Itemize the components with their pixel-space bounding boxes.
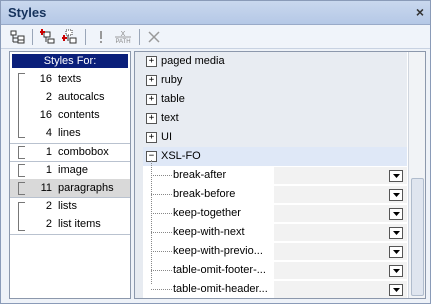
group-label: ruby [161, 74, 183, 86]
item-count: 1 [45, 146, 52, 158]
vertical-scrollbar[interactable] [408, 52, 425, 298]
group-row-table[interactable]: + table [143, 90, 407, 110]
toolbar: X PATH [1, 25, 430, 49]
scrollbar-thumb[interactable] [411, 178, 424, 296]
group-row-text[interactable]: + text [143, 109, 407, 129]
item-label: image [58, 164, 88, 176]
group-label: UI [161, 131, 172, 143]
expand-icon[interactable]: + [146, 132, 157, 143]
expand-icon[interactable]: + [146, 113, 157, 124]
property-row: break-before [143, 185, 407, 204]
exclamation-icon[interactable] [92, 28, 110, 45]
item-label: autocalcs [58, 91, 105, 103]
dropdown-arrow-icon[interactable] [389, 227, 403, 239]
delete-x-icon[interactable] [145, 28, 163, 45]
item-count: 2 [45, 218, 52, 230]
dropdown-arrow-icon[interactable] [389, 246, 403, 258]
item-count: 11 [40, 182, 52, 194]
property-label: table-omit-header... [173, 283, 268, 295]
expand-icon[interactable]: + [146, 94, 157, 105]
property-label: keep-together [173, 207, 241, 219]
list-item[interactable]: 2 lists [10, 197, 130, 215]
item-count: 4 [45, 127, 52, 139]
svg-text:PATH: PATH [115, 39, 130, 45]
toolbar-separator [32, 29, 33, 45]
property-value-dropdown[interactable] [274, 281, 407, 298]
styles-window: Styles × X PATH Styles For: 16 texts 2 auto… [0, 0, 431, 304]
item-label: paragraphs [58, 182, 114, 194]
tree-icon[interactable] [9, 28, 27, 45]
property-row: break-after [143, 166, 407, 185]
item-label: list items [58, 218, 101, 230]
property-row: table-omit-footer-... [143, 261, 407, 280]
close-icon[interactable]: × [416, 4, 424, 20]
add-style-icon[interactable] [39, 28, 57, 45]
add-child-icon[interactable] [61, 28, 79, 45]
item-count: 1 [45, 164, 52, 176]
properties-panel: + paged media + ruby + table + text + UI − XSL… [134, 51, 426, 299]
property-label: table-omit-footer-... [173, 264, 266, 276]
property-value-dropdown[interactable] [274, 224, 407, 242]
group-row-paged-media[interactable]: + paged media [143, 52, 407, 72]
list-item[interactable]: 1 image [10, 161, 130, 179]
properties-gutter [135, 52, 143, 298]
property-row: keep-with-previo... [143, 242, 407, 261]
dropdown-arrow-icon[interactable] [389, 284, 403, 296]
window-title: Styles [8, 5, 47, 20]
group-row-xsl-fo[interactable]: − XSL-FO [143, 147, 407, 167]
toolbar-separator [85, 29, 86, 45]
property-row: keep-together [143, 204, 407, 223]
property-label: break-after [173, 169, 227, 181]
list-item[interactable]: 16 contents [10, 106, 130, 124]
item-label: lines [58, 127, 81, 139]
property-value-dropdown[interactable] [274, 205, 407, 223]
dropdown-arrow-icon[interactable] [389, 265, 403, 277]
list-item[interactable]: 1 combobox [10, 143, 130, 161]
property-row: table-omit-header... [143, 280, 407, 298]
title-bar: Styles × [1, 1, 430, 25]
group-label: table [161, 93, 185, 105]
group-label: XSL-FO [161, 150, 201, 162]
item-label: texts [58, 73, 82, 85]
expand-icon[interactable]: + [146, 75, 157, 86]
dropdown-arrow-icon[interactable] [389, 189, 403, 201]
list-item[interactable]: 16 texts [10, 70, 130, 88]
group-row-ruby[interactable]: + ruby [143, 71, 407, 91]
item-count: 16 [39, 109, 52, 121]
property-row: keep-with-next [143, 223, 407, 242]
dropdown-arrow-icon[interactable] [389, 208, 403, 220]
item-label: contents [58, 109, 100, 121]
property-value-dropdown[interactable] [274, 186, 407, 204]
item-count: 2 [45, 91, 52, 103]
property-label: keep-with-previo... [173, 245, 263, 257]
property-label: keep-with-next [173, 226, 245, 238]
property-value-dropdown[interactable] [274, 262, 407, 280]
item-label: combobox [58, 146, 109, 158]
list-item[interactable]: 2 list items [10, 215, 130, 233]
item-count: 16 [39, 73, 52, 85]
item-label: lists [58, 200, 77, 212]
group-label: text [161, 112, 179, 124]
property-value-dropdown[interactable] [274, 167, 407, 185]
item-count: 2 [45, 200, 52, 212]
group-label: paged media [161, 55, 225, 67]
styles-for-header: Styles For: [12, 54, 128, 68]
styles-for-panel: Styles For: 16 texts 2 autocalcs 16 content… [9, 51, 131, 299]
group-row-ui[interactable]: + UI [143, 128, 407, 148]
list-item-selected[interactable]: 11 paragraphs [10, 179, 130, 197]
divider [10, 234, 130, 235]
list-item[interactable]: 2 autocalcs [10, 88, 130, 106]
list-item[interactable]: 4 lines [10, 124, 130, 142]
toolbar-separator [139, 29, 140, 45]
property-value-dropdown[interactable] [274, 243, 407, 261]
property-label: break-before [173, 188, 236, 200]
dropdown-arrow-icon[interactable] [389, 170, 403, 182]
xpath-icon[interactable]: X PATH [113, 28, 133, 45]
expand-icon[interactable]: + [146, 56, 157, 67]
group-bracket [18, 182, 25, 195]
